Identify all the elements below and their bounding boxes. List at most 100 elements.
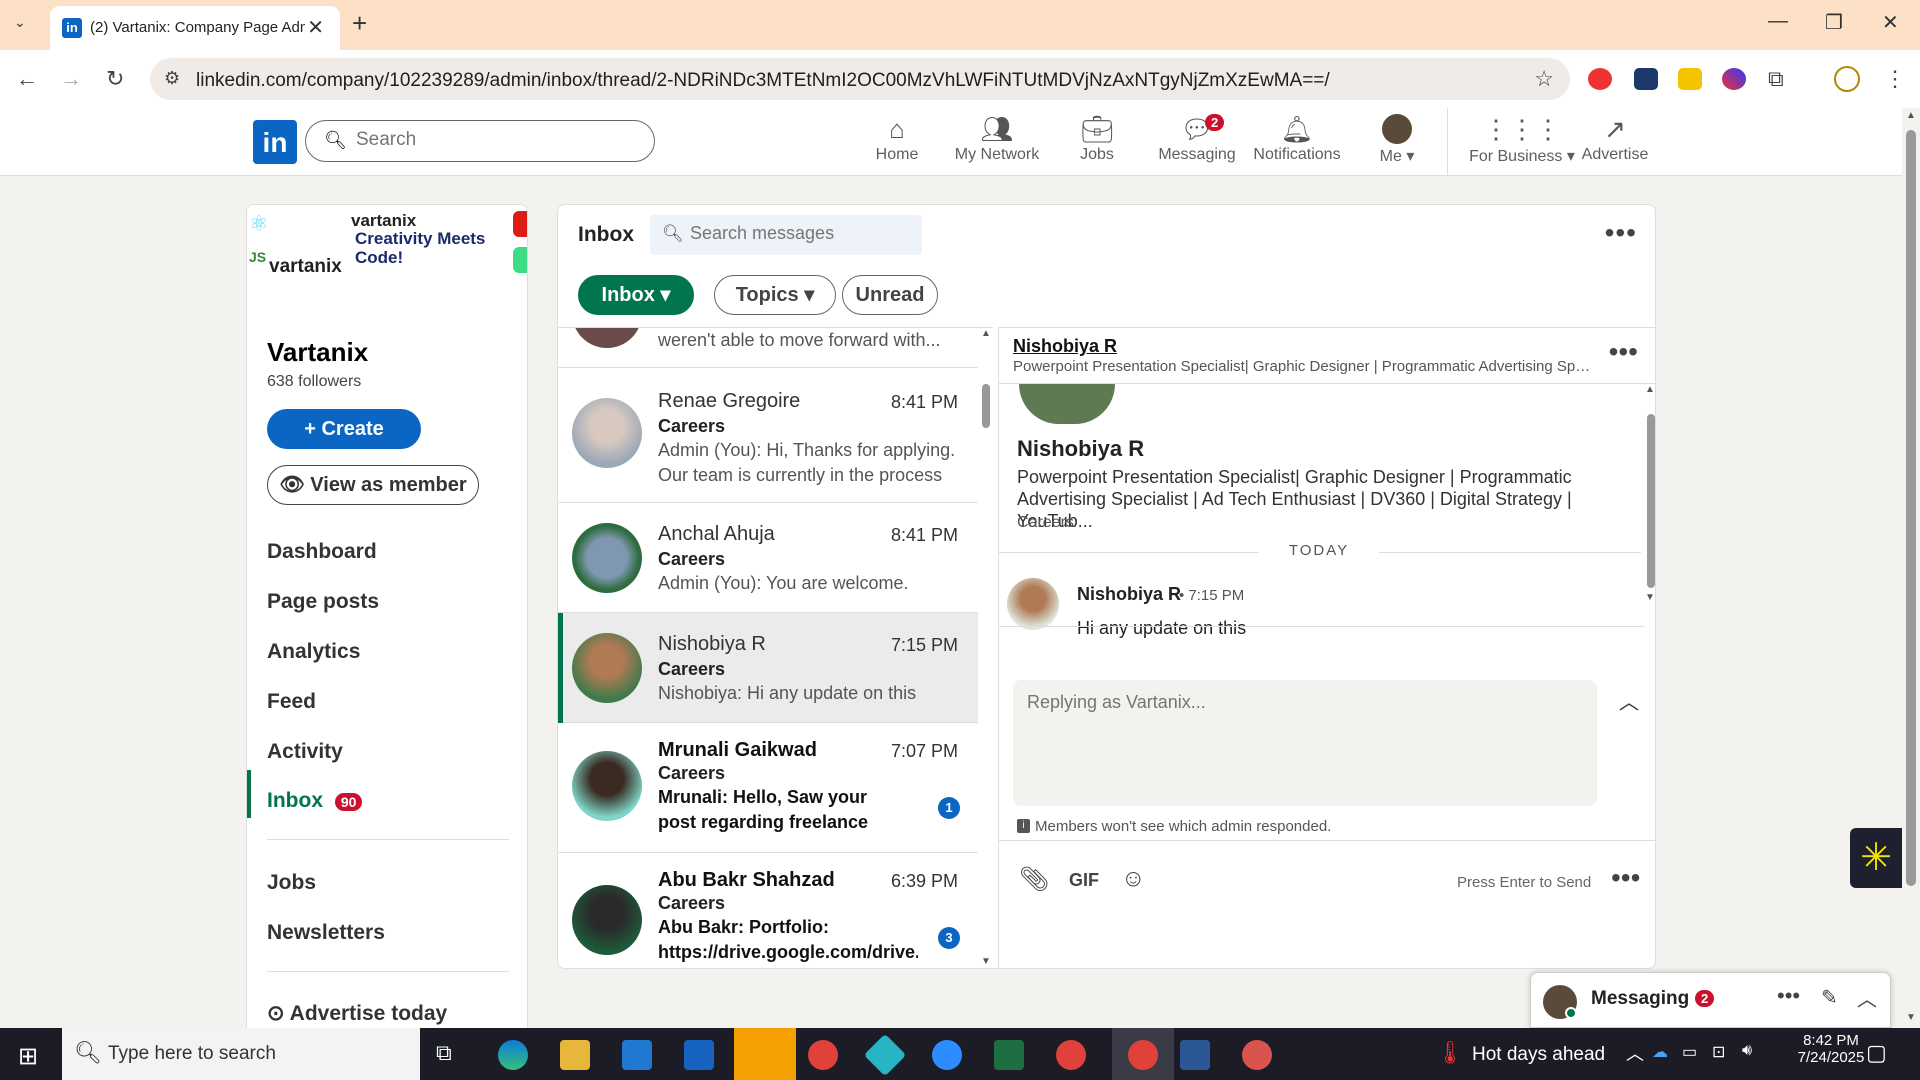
mail-icon[interactable]: [684, 1040, 714, 1070]
conversation-item[interactable]: Mrunali Gaikwad 7:07 PM Careers Mrunali:…: [558, 723, 978, 853]
view-as-member-button[interactable]: 👁︎ View as member: [267, 465, 479, 505]
send-options-icon[interactable]: •••: [1611, 862, 1640, 894]
emoji-icon[interactable]: ☺: [1121, 865, 1146, 893]
compose-icon[interactable]: ✎: [1821, 985, 1838, 1010]
nav-activity[interactable]: Activity: [267, 740, 343, 764]
file-explorer-icon[interactable]: [560, 1040, 590, 1070]
thread-scrollbar[interactable]: ▲ ▼: [1644, 334, 1655, 614]
attach-icon[interactable]: 📎︎: [1019, 865, 1049, 894]
thread-more-icon[interactable]: •••: [1609, 336, 1638, 368]
press-enter-hint[interactable]: Press Enter to Send: [1457, 874, 1591, 891]
global-search-input[interactable]: [356, 129, 636, 151]
chevron-up-icon[interactable]: ︿: [1619, 686, 1639, 715]
tab-search-icon[interactable]: ⌄: [14, 14, 26, 31]
thread-participant-name[interactable]: Nishobiya R: [1013, 336, 1117, 357]
browser-tab[interactable]: in (2) Vartanix: Company Page Admin ✕: [50, 6, 340, 50]
battery-icon[interactable]: ▭: [1682, 1042, 1697, 1062]
back-button[interactable]: ←: [16, 66, 38, 92]
conversation-item[interactable]: Renae Gregoire 8:41 PM Careers Admin (Yo…: [558, 368, 978, 503]
maximize-button[interactable]: ❐: [1825, 10, 1843, 35]
task-view-icon[interactable]: ⧉: [436, 1040, 452, 1066]
scrollbar-thumb[interactable]: [1647, 414, 1655, 588]
conversation-item[interactable]: weren't able to move forward with...: [558, 328, 978, 368]
edge-icon[interactable]: [498, 1040, 528, 1070]
scrollbar-thumb[interactable]: [982, 384, 990, 428]
filter-inbox-dropdown[interactable]: Inbox ▾: [578, 275, 694, 315]
store-icon[interactable]: [622, 1040, 652, 1070]
minimize-button[interactable]: —: [1768, 10, 1788, 33]
close-window-button[interactable]: ✕: [1882, 10, 1899, 35]
reload-button[interactable]: ↻: [106, 66, 124, 92]
profile-photo[interactable]: [1019, 384, 1115, 424]
new-tab-button[interactable]: +: [352, 8, 367, 39]
onedrive-icon[interactable]: ☁: [1652, 1042, 1668, 1062]
nav-jobs[interactable]: 💼︎ Jobs: [1047, 114, 1147, 164]
profile-name[interactable]: Nishobiya R: [1017, 436, 1144, 462]
extension-icon[interactable]: [1678, 68, 1702, 90]
conversation-list-scrollbar[interactable]: ▲ ▼: [980, 328, 993, 968]
message-sender[interactable]: Nishobiya R: [1077, 584, 1181, 605]
scroll-up-icon[interactable]: ▲: [981, 328, 991, 339]
sticky-notes-icon[interactable]: [734, 1028, 796, 1080]
conversation-item-selected[interactable]: Nishobiya R 7:15 PM Careers Nishobiya: H…: [558, 613, 978, 723]
more-options-icon[interactable]: •••: [1605, 217, 1637, 249]
reply-input[interactable]: [1027, 692, 1583, 792]
close-tab-icon[interactable]: ✕: [307, 15, 324, 40]
nav-advertise[interactable]: ↗ Advertise: [1565, 114, 1665, 164]
messaging-widget[interactable]: Messaging 2 ••• ✎ ︿: [1530, 972, 1891, 1028]
nav-messaging[interactable]: 💬︎ Messaging 2: [1147, 114, 1247, 164]
weather-text[interactable]: Hot days ahead: [1472, 1044, 1605, 1066]
nav-inbox[interactable]: Inbox 90: [267, 789, 363, 813]
scroll-down-icon[interactable]: ▼: [981, 956, 991, 967]
organization-name[interactable]: Vartanix: [267, 337, 368, 368]
taskbar-search[interactable]: 🔍︎ Type here to search: [62, 1028, 420, 1080]
conversation-item[interactable]: Anchal Ahuja 8:41 PM Careers Admin (You)…: [558, 503, 978, 613]
app-icon[interactable]: [1242, 1040, 1272, 1070]
extension-pokeball-icon[interactable]: [1588, 68, 1612, 90]
network-icon[interactable]: ⊡: [1712, 1042, 1725, 1062]
volume-icon[interactable]: 🔊︎: [1742, 1042, 1752, 1060]
scroll-down-icon[interactable]: ▼: [1906, 1012, 1916, 1023]
linkedin-logo[interactable]: in: [253, 120, 297, 164]
clock[interactable]: 8:42 PM 7/24/2025: [1786, 1032, 1876, 1066]
conversation-item[interactable]: Abu Bakr Shahzad 6:39 PM Careers Abu Bak…: [558, 853, 978, 968]
extensions-puzzle-icon[interactable]: ⧉: [1768, 66, 1784, 92]
avatar[interactable]: [1007, 578, 1059, 630]
scroll-up-icon[interactable]: ▲: [1645, 384, 1655, 395]
nav-page-posts[interactable]: Page posts: [267, 590, 379, 614]
nav-feed[interactable]: Feed: [267, 690, 316, 714]
gif-button[interactable]: GIF: [1069, 870, 1099, 891]
zoom-icon[interactable]: [932, 1040, 962, 1070]
bookmark-star-icon[interactable]: ☆: [1534, 66, 1554, 92]
chevron-up-icon[interactable]: ︿: [1626, 1040, 1644, 1066]
more-icon[interactable]: •••: [1777, 983, 1800, 1009]
scrollbar-thumb[interactable]: [1906, 130, 1916, 886]
message-search[interactable]: 🔍︎: [650, 215, 922, 255]
nav-analytics[interactable]: Analytics: [267, 640, 360, 664]
windows-start-icon[interactable]: ⊞: [18, 1042, 38, 1071]
extension-icon[interactable]: [1722, 68, 1746, 90]
url-bar[interactable]: ⚙ linkedin.com/company/102239289/admin/i…: [150, 58, 1570, 100]
nav-notifications[interactable]: 🔔︎ Notifications: [1247, 114, 1347, 164]
profile-icon[interactable]: [1834, 66, 1860, 92]
site-info-icon[interactable]: ⚙: [164, 68, 180, 89]
nav-my-network[interactable]: 👥︎ My Network: [947, 114, 1047, 164]
notification-center-icon[interactable]: ▢: [1866, 1040, 1887, 1066]
browser-menu-icon[interactable]: ⋮: [1884, 66, 1906, 92]
nav-home[interactable]: ⌂ Home: [847, 114, 947, 164]
global-search[interactable]: 🔍︎: [305, 120, 655, 162]
scroll-up-icon[interactable]: ▲: [1906, 110, 1916, 121]
taskbar-active-app[interactable]: [1112, 1028, 1174, 1080]
nav-newsletters[interactable]: Newsletters: [267, 921, 385, 945]
chevron-up-icon[interactable]: ︿: [1857, 983, 1877, 1012]
chrome-icon[interactable]: [1056, 1040, 1086, 1070]
page-scrollbar[interactable]: ▲ ▼: [1902, 108, 1920, 1028]
scroll-down-icon[interactable]: ▼: [1645, 592, 1655, 603]
filter-topics-dropdown[interactable]: Topics ▾: [714, 275, 836, 315]
message-search-input[interactable]: [690, 223, 910, 244]
filter-unread[interactable]: Unread: [842, 275, 938, 315]
forward-button[interactable]: →: [60, 66, 82, 92]
nav-me[interactable]: Me ▾: [1347, 114, 1447, 166]
chrome-icon[interactable]: [808, 1040, 838, 1070]
reply-box[interactable]: [1013, 680, 1597, 806]
